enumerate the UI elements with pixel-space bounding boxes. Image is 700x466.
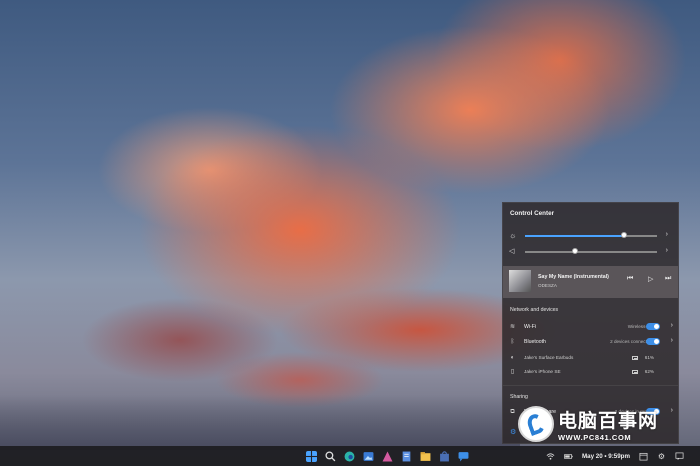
settings-gear-icon[interactable]: ⚙ xyxy=(510,429,518,437)
share-icon: ⧉ xyxy=(510,409,515,415)
song-artist: ODESZA xyxy=(538,283,557,288)
notification-icon[interactable] xyxy=(675,452,684,461)
system-tray: May 20 • 9:59pm ⚙ xyxy=(546,446,684,466)
device-row[interactable]: ◐ Jake's Surface Earbuds 61% xyxy=(509,353,676,365)
search-icon[interactable] xyxy=(325,450,336,462)
taskbar-separator: • xyxy=(604,452,607,460)
sharing-section-title: Sharing xyxy=(510,394,528,400)
calendar-icon[interactable] xyxy=(639,452,648,461)
photos-icon[interactable] xyxy=(363,451,374,462)
bluetooth-icon: ᛒ xyxy=(510,339,515,345)
bluetooth-row[interactable]: ᛒ Bluetooth 2 devices connected › xyxy=(509,337,676,349)
wifi-label: Wi-Fi xyxy=(524,324,537,330)
nearby-share-chevron-icon[interactable]: › xyxy=(671,407,673,414)
play-icon[interactable]: ▷ xyxy=(648,275,653,283)
chat-icon[interactable] xyxy=(458,451,469,462)
volume-slider-fill xyxy=(525,251,576,253)
wifi-toggle[interactable] xyxy=(646,323,660,330)
battery-tray-icon[interactable] xyxy=(564,452,573,461)
taskbar-time: 9:59pm xyxy=(608,452,630,460)
bluetooth-chevron-icon[interactable]: › xyxy=(671,337,673,344)
wifi-icon: ≋ xyxy=(509,324,516,330)
taskbar-clock[interactable]: May 20 • 9:59pm xyxy=(582,453,630,460)
taskbar-apps xyxy=(306,446,469,466)
album-art xyxy=(509,270,531,292)
brightness-chevron-icon[interactable]: › xyxy=(666,231,668,238)
next-icon[interactable]: ⏭ xyxy=(665,275,671,283)
earbuds-icon: ◐ xyxy=(510,355,515,361)
watermark-title: 电脑百事网 xyxy=(558,410,659,432)
song-title: Say My Name (Instrumental) xyxy=(538,274,609,280)
windows-start-icon[interactable] xyxy=(306,450,317,462)
watermark-logo xyxy=(518,406,554,442)
brightness-slider-row: ☼ › xyxy=(509,231,674,241)
battery-icon xyxy=(632,370,638,374)
device-battery: 61% xyxy=(644,355,654,360)
taskbar: May 20 • 9:59pm ⚙ xyxy=(0,446,700,466)
sun-icon: ☼ xyxy=(509,231,517,240)
network-section-title: Network and devices xyxy=(510,307,559,313)
taskbar-date: May 20 xyxy=(582,452,603,460)
document-icon[interactable] xyxy=(401,451,412,462)
volume-slider-thumb[interactable] xyxy=(572,248,579,254)
wifi-chevron-icon[interactable]: › xyxy=(671,322,673,329)
watermark-text: 电脑百事网 WWW.PC841.COM xyxy=(558,406,658,442)
device-name: Jake's iPhone SE xyxy=(524,369,561,374)
control-center-gear-icon[interactable]: ⚙ xyxy=(657,452,666,461)
bluetooth-label: Bluetooth xyxy=(524,339,546,345)
brightness-slider-thumb[interactable] xyxy=(621,232,627,238)
volume-chevron-icon[interactable]: › xyxy=(666,247,668,254)
volume-slider[interactable] xyxy=(525,248,657,254)
brightness-slider[interactable] xyxy=(525,232,657,238)
device-battery: 62% xyxy=(644,369,654,374)
phone-icon: ▯ xyxy=(510,369,515,375)
file-explorer-icon[interactable] xyxy=(420,451,431,462)
bluetooth-toggle[interactable] xyxy=(646,338,660,345)
speaker-icon[interactable]: ◁ xyxy=(509,247,514,256)
previous-icon[interactable]: ⏮ xyxy=(627,275,633,283)
volume-slider-row: ◁ › xyxy=(509,247,674,257)
device-row[interactable]: ▯ Jake's iPhone SE 62% xyxy=(509,367,676,379)
wifi-row[interactable]: ≋ Wi-Fi Wireless-88 › xyxy=(509,322,676,334)
wallpaper-horizon xyxy=(0,395,520,450)
control-center-title: Control Center xyxy=(510,210,555,217)
app-icon[interactable] xyxy=(382,451,393,462)
store-icon[interactable] xyxy=(439,450,450,462)
media-player[interactable]: Say My Name (Instrumental) ODESZA ⏮ ▷ ⏭ xyxy=(503,266,678,298)
edge-browser-icon[interactable] xyxy=(344,451,355,462)
section-divider xyxy=(503,385,678,386)
watermark: 电脑百事网 WWW.PC841.COM xyxy=(518,404,658,444)
device-name: Jake's Surface Earbuds xyxy=(524,355,574,360)
watermark-url: WWW.PC841.COM xyxy=(558,433,632,442)
brightness-slider-fill xyxy=(525,235,624,237)
wifi-tray-icon[interactable] xyxy=(546,452,555,461)
battery-icon xyxy=(632,356,638,360)
